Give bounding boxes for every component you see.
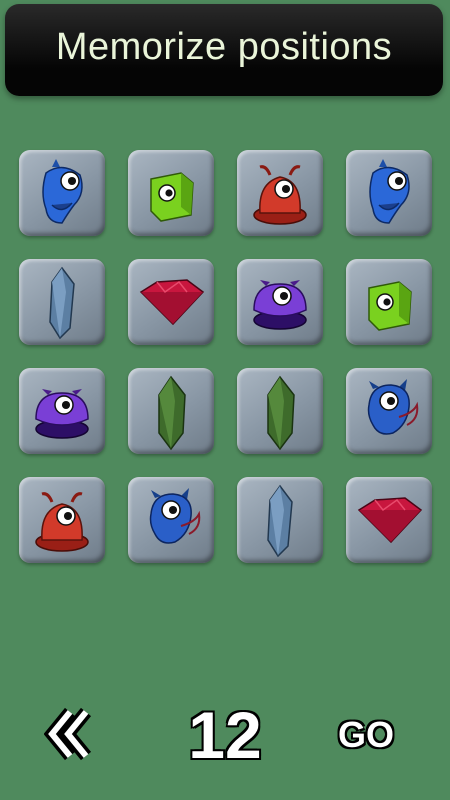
memory-tile[interactable] (237, 477, 323, 563)
green-crystal-icon (267, 375, 295, 451)
memory-tile[interactable] (128, 477, 214, 563)
memory-tile[interactable] (128, 150, 214, 236)
bottom-bar: 12 GO (0, 690, 450, 780)
green-cube-creature-icon (150, 172, 194, 222)
page-title: Memorize positions (55, 25, 393, 68)
memory-tile[interactable] (237, 150, 323, 236)
double-chevron-left-icon (43, 707, 92, 761)
blue-crystal-icon (267, 484, 293, 558)
countdown-timer: 12 (188, 698, 262, 772)
memory-tile[interactable] (128, 368, 214, 454)
red-gem-icon (139, 279, 205, 326)
blue-creature-icon (42, 159, 83, 224)
purple-creature-icon (253, 280, 307, 330)
back-button[interactable] (43, 706, 92, 762)
memory-tile[interactable] (128, 259, 214, 345)
green-cube-creature-icon (368, 281, 412, 331)
memory-tile[interactable] (19, 477, 105, 563)
blue-bomb-creature-icon (149, 488, 201, 544)
memory-tile[interactable] (346, 477, 432, 563)
memory-grid (19, 150, 433, 564)
title-bar: Memorize positions (5, 4, 443, 96)
memory-tile[interactable] (346, 259, 432, 345)
memory-tile[interactable] (19, 259, 105, 345)
red-gem-icon (357, 497, 423, 544)
blue-bomb-creature-icon (367, 379, 419, 435)
red-antenna-creature-icon (253, 165, 307, 225)
memory-tile[interactable] (346, 368, 432, 454)
red-antenna-creature-icon (35, 492, 89, 552)
memory-tile[interactable] (346, 150, 432, 236)
purple-creature-icon (35, 389, 89, 439)
blue-creature-icon (369, 159, 410, 224)
blue-crystal-icon (49, 266, 75, 340)
memory-tile[interactable] (237, 368, 323, 454)
green-crystal-icon (158, 375, 186, 451)
memory-tile[interactable] (19, 368, 105, 454)
memory-tile[interactable] (237, 259, 323, 345)
go-button[interactable]: GO (330, 710, 402, 760)
memory-tile[interactable] (19, 150, 105, 236)
